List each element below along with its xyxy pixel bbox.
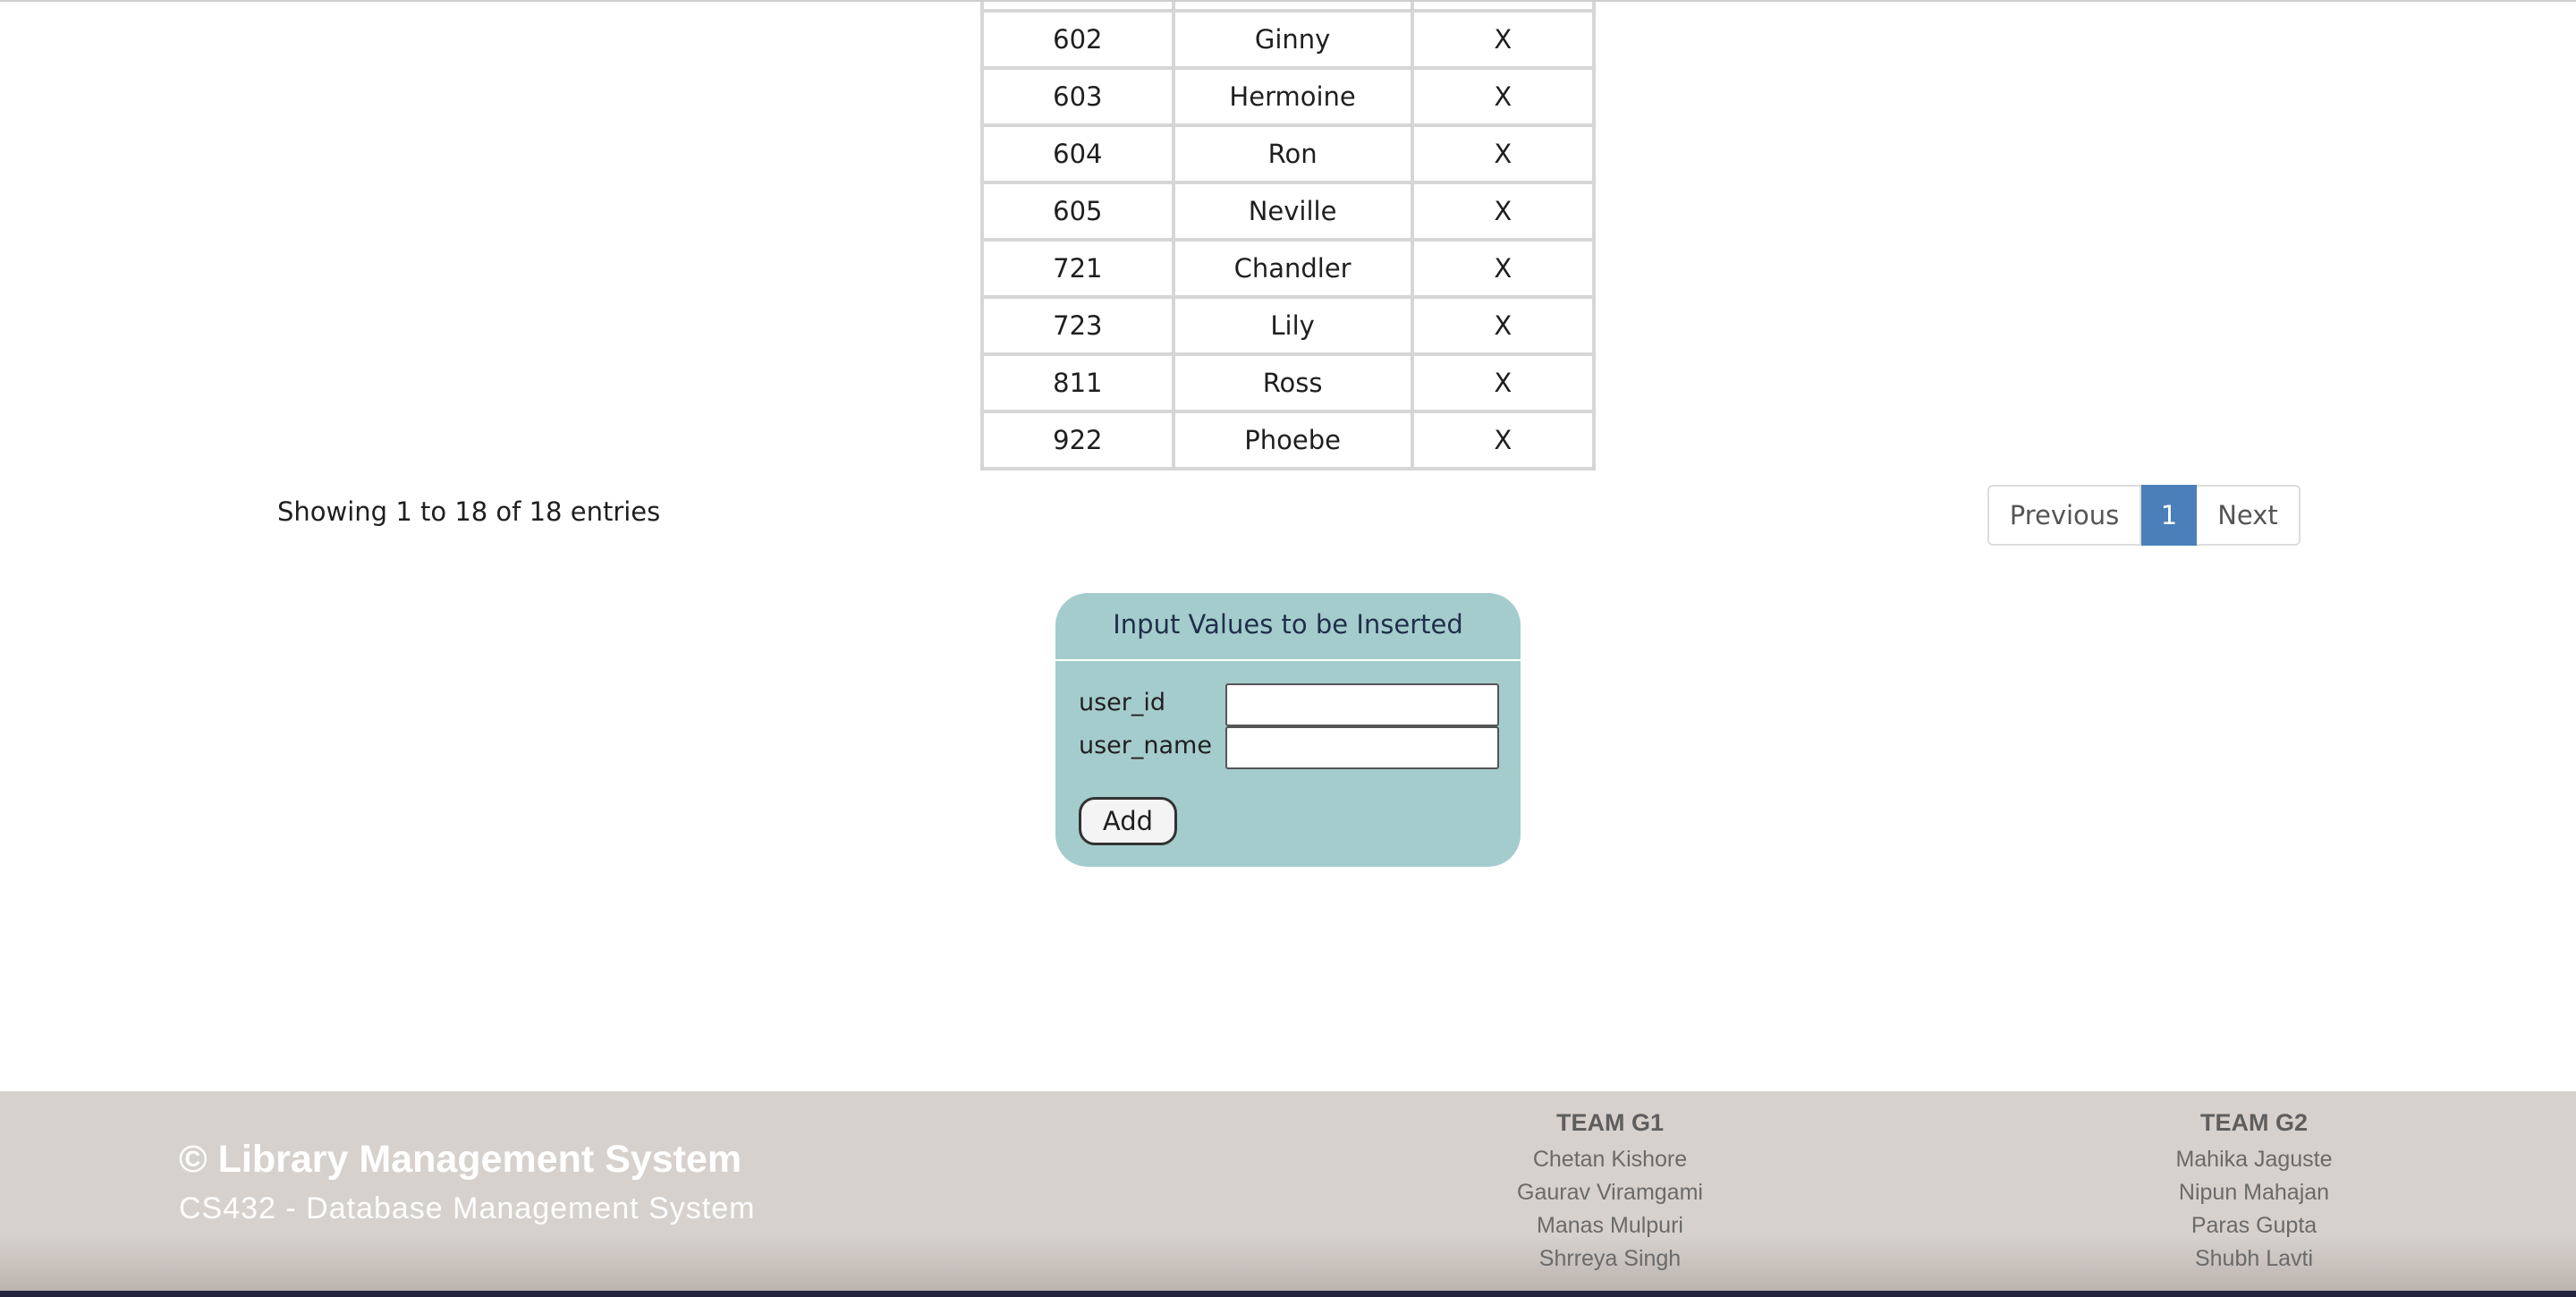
user-id-cell: 723 [980,295,1175,356]
users-table: 602 Ginny X 603 Hermoine X 604 Ron X 605… [980,2,1597,470]
team-heading: TEAM G2 [2199,1109,2308,1136]
user-name-input[interactable] [1225,726,1499,769]
footer-brand-subtitle: CS432 - Database Management System [179,1191,756,1225]
user-id-label: user_id [1079,689,1166,716]
team-g1-list: TEAM G1 Chetan Kishore Gaurav Viramgami … [1467,1109,1753,1276]
table-row: 603 Hermoine X [980,66,1597,127]
user-name-cell: Chandler [1171,238,1414,299]
table-row: 811 Ross X [980,352,1597,413]
table-row: 602 Ginny X [980,9,1597,70]
insert-form: Input Values to be Inserted user_id user… [1055,593,1521,867]
table-row: 721 Chandler X [980,238,1597,299]
user-name-cell: Neville [1171,181,1414,242]
team-g2-list: TEAM G2 Mahika Jaguste Nipun Mahajan Par… [2111,1109,2397,1276]
user-name-cell: Lily [1171,295,1414,356]
delete-button[interactable]: X [1410,352,1597,413]
team-member: Gaurav Viramgami [1517,1180,1703,1205]
user-name-cell: Phoebe [1171,410,1414,470]
delete-button[interactable]: X [1410,238,1597,299]
delete-button[interactable]: X [1410,66,1597,127]
delete-button[interactable]: X [1410,123,1597,184]
team-member: Paras Gupta [2190,1213,2318,1238]
table-row: 723 Lily X [980,295,1597,356]
footer-bottom-bar [0,1291,2576,1297]
footer-brand-title: © Library Management System [179,1138,742,1181]
page-1-button[interactable]: 1 [2141,485,2197,546]
add-button[interactable]: Add [1079,797,1177,845]
delete-button[interactable]: X [1410,295,1597,356]
team-member: Nipun Mahajan [2178,1180,2330,1205]
team-member: Shrreya Singh [1538,1246,1682,1271]
previous-page-button[interactable]: Previous [1987,485,2141,546]
insert-form-title: Input Values to be Inserted [1113,609,1463,640]
delete-button[interactable]: X [1410,9,1597,70]
table-entries-info: Showing 1 to 18 of 18 entries [277,496,661,527]
user-id-cell: 922 [980,410,1175,470]
team-member: Chetan Kishore [1532,1147,1688,1172]
user-id-input[interactable] [1225,683,1499,726]
team-member: Shubh Lavti [2194,1246,2314,1271]
user-id-cell: 605 [980,181,1175,242]
user-id-cell: 721 [980,238,1175,299]
team-member: Mahika Jaguste [2175,1147,2333,1172]
user-id-cell: 604 [980,123,1175,184]
user-name-label: user_name [1079,732,1212,759]
user-name-cell: Ron [1171,123,1414,184]
team-heading: TEAM G1 [1555,1109,1664,1136]
user-id-cell: 811 [980,352,1175,413]
table-row: 605 Neville X [980,181,1597,242]
user-id-cell: 602 [980,9,1175,70]
user-name-cell: Ginny [1171,9,1414,70]
table-row: 922 Phoebe X [980,410,1597,470]
delete-button[interactable]: X [1410,410,1597,470]
table-row: 604 Ron X [980,123,1597,184]
team-member: Manas Mulpuri [1537,1213,1683,1238]
user-id-cell: 603 [980,66,1175,127]
table-row-partial [980,2,1597,13]
next-page-button[interactable]: Next [2197,485,2301,546]
pagination: Previous 1 Next [1987,485,2301,546]
footer: © Library Management System CS432 - Data… [0,1091,2576,1297]
delete-button[interactable]: X [1410,181,1597,242]
user-name-cell: Hermoine [1171,66,1414,127]
insert-form-divider [1055,659,1521,661]
user-name-cell: Ross [1171,352,1414,413]
